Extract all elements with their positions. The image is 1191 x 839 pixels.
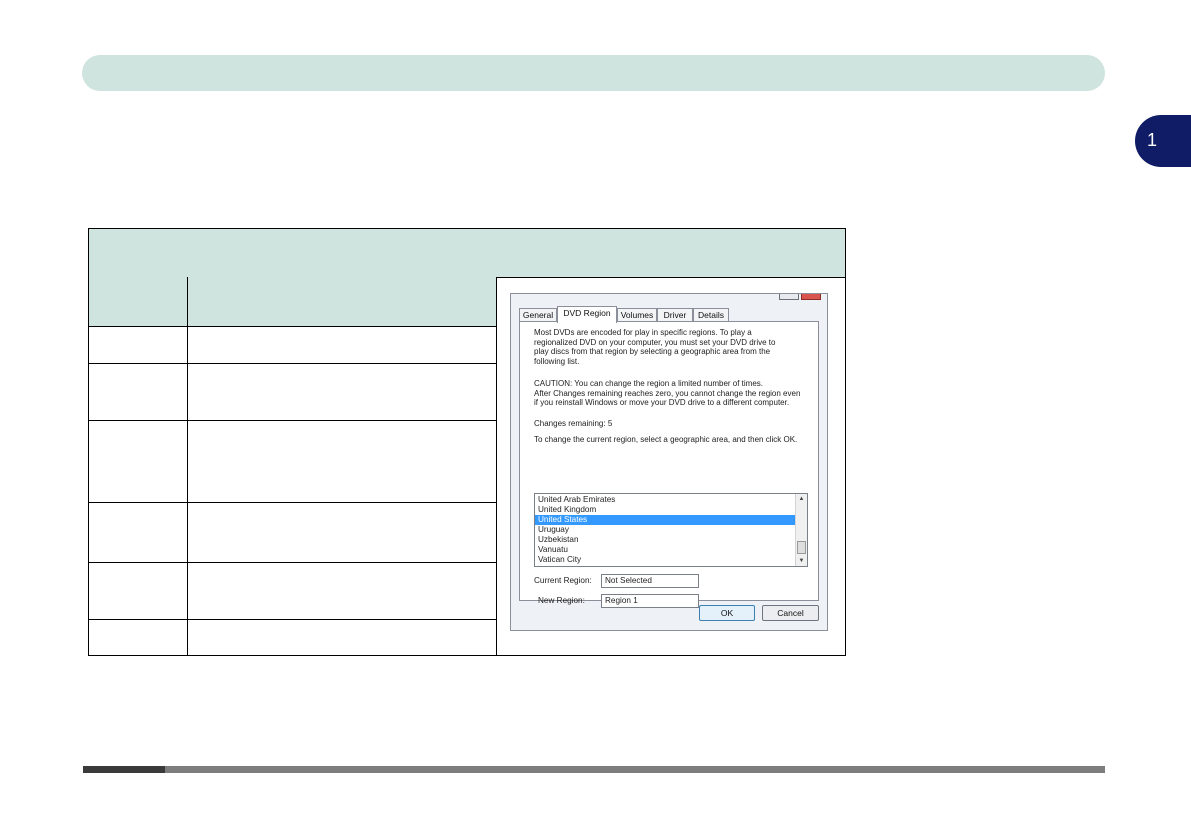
tab-details[interactable]: Details (693, 308, 729, 322)
region-list[interactable]: United Arab Emirates United Kingdom Unit… (534, 493, 808, 567)
list-item[interactable]: Vanuatu (535, 545, 797, 555)
tab-volumes[interactable]: Volumes (617, 308, 657, 322)
ok-button[interactable]: OK (699, 605, 755, 621)
row-divider (89, 562, 496, 563)
row-divider (89, 619, 496, 620)
table-header-cell-1 (89, 277, 187, 326)
dvd-region-dialog: General DVD Region Volumes Driver Detail… (510, 293, 828, 631)
column-divider (496, 277, 497, 655)
scroll-up-icon[interactable]: ▲ (796, 494, 807, 504)
scroll-down-icon[interactable]: ▼ (796, 556, 807, 566)
changes-remaining: Changes remaining: 5 (534, 419, 613, 428)
table-title-row (89, 229, 845, 278)
intro-text: Most DVDs are encoded for play in specif… (534, 328, 776, 366)
footer-rule (83, 766, 1105, 773)
list-scrollbar[interactable]: ▲ ▼ (795, 494, 807, 566)
minimize-button (779, 294, 799, 300)
caution-text: CAUTION: You can change the region a lim… (534, 379, 801, 408)
current-region-label: Current Region: (534, 576, 592, 585)
row-divider (89, 420, 496, 421)
cancel-button[interactable]: Cancel (762, 605, 819, 621)
table-header-cell-2 (188, 277, 496, 326)
close-button (801, 294, 821, 300)
new-region-label: New Region: (538, 596, 585, 605)
row-divider (89, 363, 496, 364)
tab-general[interactable]: General (519, 308, 557, 322)
row-divider (89, 502, 496, 503)
dvd-region-panel: Most DVDs are encoded for play in specif… (519, 321, 819, 608)
list-item[interactable]: United Arab Emirates (535, 495, 797, 505)
list-item[interactable]: Uruguay (535, 525, 797, 535)
current-region-field: Not Selected (601, 574, 699, 588)
list-item[interactable]: Vatican City (535, 555, 797, 565)
list-item[interactable]: Uzbekistan (535, 535, 797, 545)
chapter-number: 1 (1147, 130, 1158, 150)
scroll-thumb[interactable] (797, 541, 806, 554)
list-item-selected[interactable]: United States (535, 515, 797, 525)
column-divider (187, 277, 188, 655)
new-region-field: Region 1 (601, 594, 699, 608)
instruction-text: To change the current region, select a g… (534, 435, 798, 444)
row-divider (89, 326, 496, 327)
footer-rule-accent (83, 766, 165, 773)
chapter-tab: 1 (1135, 115, 1191, 167)
running-header-bar (82, 55, 1105, 91)
tab-driver[interactable]: Driver (657, 308, 693, 322)
tab-dvd-region[interactable]: DVD Region (557, 306, 617, 323)
list-item[interactable]: United Kingdom (535, 505, 797, 515)
